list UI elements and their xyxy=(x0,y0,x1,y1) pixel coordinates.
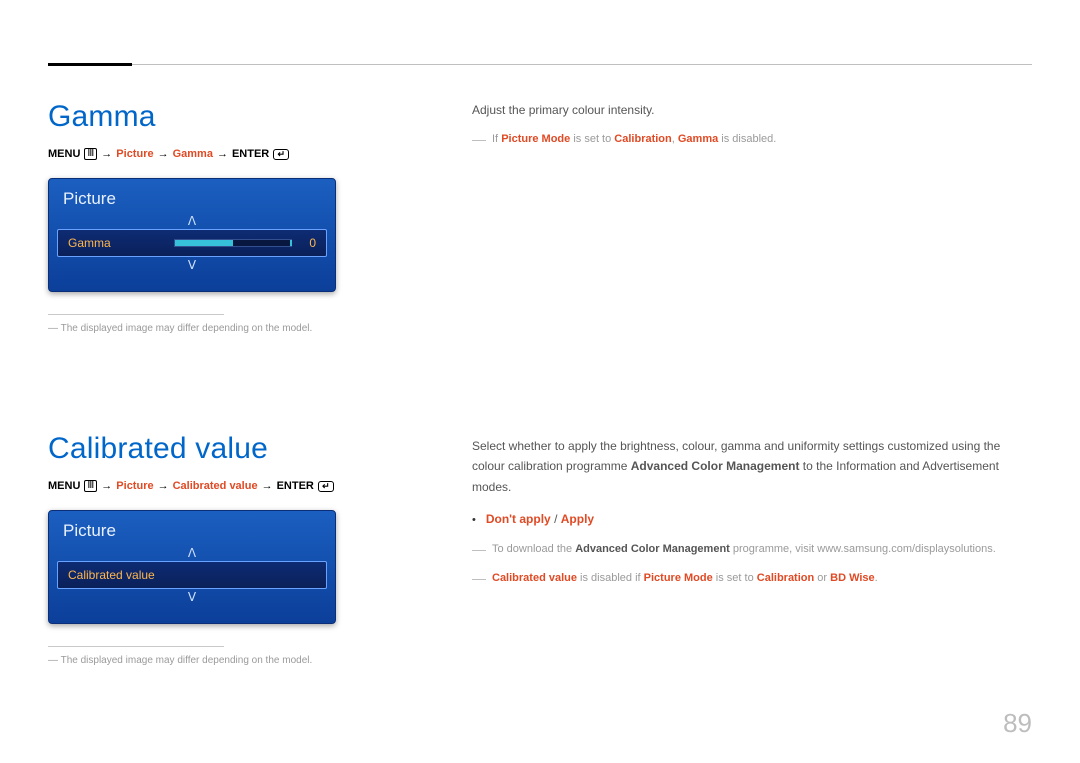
enter-label: ENTER xyxy=(277,480,314,492)
model-note-text: The displayed image may differ depending… xyxy=(61,655,313,666)
section-calibrated: Calibrated value MENU Ⅲ → Picture → Cali… xyxy=(48,432,1032,666)
menu-path-picture: Picture xyxy=(116,148,153,160)
calibrated-description: Select whether to apply the brightness, … xyxy=(472,436,1032,497)
top-rule-accent xyxy=(48,63,132,66)
dash-icon: ― xyxy=(472,542,486,559)
top-rule xyxy=(48,64,1032,65)
model-note-text: The displayed image may differ depending… xyxy=(61,323,313,334)
page-number: 89 xyxy=(1003,708,1032,739)
t: / xyxy=(554,512,557,526)
t: is set to xyxy=(716,572,754,584)
left-column: Gamma MENU Ⅲ → Picture → Gamma → ENTER ↵… xyxy=(48,100,438,334)
gamma-footnote-text: If Picture Mode is set to Calibration, G… xyxy=(492,130,776,149)
chevron-up-icon[interactable]: ᐱ xyxy=(49,213,335,229)
note-divider xyxy=(48,646,224,647)
right-column-gamma: Adjust the primary colour intensity. ― I… xyxy=(472,100,1032,334)
t: Calibration xyxy=(757,572,814,584)
gamma-description: Adjust the primary colour intensity. xyxy=(472,100,1032,120)
t: is disabled if xyxy=(580,572,641,584)
arrow-icon: → xyxy=(217,148,228,160)
arrow-icon: → xyxy=(158,148,169,160)
dash-icon: ― xyxy=(472,132,486,149)
osd-padding xyxy=(49,609,335,623)
option-dont-apply: Don't apply xyxy=(486,512,551,526)
menu-path-calibrated-item: Calibrated value xyxy=(173,480,258,492)
menu-path-gamma: MENU Ⅲ → Picture → Gamma → ENTER ↵ xyxy=(48,148,438,160)
section-title-gamma: Gamma xyxy=(48,100,438,134)
calibrated-options: • Don't apply / Apply xyxy=(472,509,1032,530)
menu-icon: Ⅲ xyxy=(84,480,97,492)
t: . xyxy=(875,572,878,584)
osd-row-label: Gamma xyxy=(68,236,164,250)
t: If xyxy=(492,133,498,145)
manual-page: Gamma MENU Ⅲ → Picture → Gamma → ENTER ↵… xyxy=(0,0,1080,763)
arrow-icon: → xyxy=(262,480,273,492)
gamma-value: 0 xyxy=(302,236,316,250)
enter-icon: ↵ xyxy=(273,149,289,160)
calibrated-footnote-download: ― To download the Advanced Color Managem… xyxy=(472,540,1032,559)
menu-label: MENU xyxy=(48,148,80,160)
t: Calibration xyxy=(614,133,671,145)
osd-panel-gamma: Picture ᐱ Gamma 0 ᐯ xyxy=(48,178,336,292)
section-gamma: Gamma MENU Ⅲ → Picture → Gamma → ENTER ↵… xyxy=(48,100,1032,334)
enter-icon: ↵ xyxy=(318,481,334,492)
calibrated-footnote-disabled-text: Calibrated value is disabled if Picture … xyxy=(492,569,878,588)
menu-icon: Ⅲ xyxy=(84,148,97,160)
t: Picture Mode xyxy=(501,133,570,145)
right-column-calibrated: Select whether to apply the brightness, … xyxy=(472,432,1032,666)
model-note: ― The displayed image may differ dependi… xyxy=(48,323,438,334)
model-note: ― The displayed image may differ dependi… xyxy=(48,655,438,666)
t: or xyxy=(817,572,827,584)
osd-row-calibrated[interactable]: Calibrated value xyxy=(57,561,327,589)
osd-panel-calibrated: Picture ᐱ Calibrated value ᐯ xyxy=(48,510,336,624)
gamma-slider[interactable] xyxy=(174,239,292,247)
section-title-calibrated: Calibrated value xyxy=(48,432,438,466)
menu-path-calibrated: MENU Ⅲ → Picture → Calibrated value → EN… xyxy=(48,480,438,492)
chevron-down-icon[interactable]: ᐯ xyxy=(49,589,335,609)
osd-title: Picture xyxy=(49,511,335,545)
enter-label: ENTER xyxy=(232,148,269,160)
dash-icon: ― xyxy=(472,571,486,588)
t: Calibrated value xyxy=(492,572,577,584)
menu-path-picture: Picture xyxy=(116,480,153,492)
bullet-icon: • xyxy=(472,511,476,530)
calibrated-options-values: Don't apply / Apply xyxy=(486,509,594,529)
menu-label: MENU xyxy=(48,480,80,492)
osd-title: Picture xyxy=(49,179,335,213)
chevron-down-icon[interactable]: ᐯ xyxy=(49,257,335,277)
gamma-slider-tick xyxy=(290,240,292,246)
calibrated-footnote-disabled: ― Calibrated value is disabled if Pictur… xyxy=(472,569,1032,588)
section-gap xyxy=(48,334,1032,392)
t: To download the xyxy=(492,543,572,555)
option-apply: Apply xyxy=(561,512,594,526)
menu-path-gamma-item: Gamma xyxy=(173,148,213,160)
t: Gamma xyxy=(678,133,718,145)
t: , xyxy=(672,133,675,145)
osd-padding xyxy=(49,277,335,291)
t: is disabled. xyxy=(721,133,776,145)
gamma-slider-fill xyxy=(175,240,233,246)
arrow-icon: → xyxy=(158,480,169,492)
chevron-up-icon[interactable]: ᐱ xyxy=(49,545,335,561)
calibrated-footnote-download-text: To download the Advanced Color Managemen… xyxy=(492,540,996,559)
t: programme, visit www.samsung.com/display… xyxy=(733,543,996,555)
t: BD Wise xyxy=(830,572,875,584)
t: Picture Mode xyxy=(644,572,713,584)
arrow-icon: → xyxy=(101,480,112,492)
arrow-icon: → xyxy=(101,148,112,160)
note-divider xyxy=(48,314,224,315)
t: Advanced Color Management xyxy=(631,459,800,473)
osd-row-gamma[interactable]: Gamma 0 xyxy=(57,229,327,257)
t: Advanced Color Management xyxy=(575,543,730,555)
t: is set to xyxy=(573,133,611,145)
left-column: Calibrated value MENU Ⅲ → Picture → Cali… xyxy=(48,432,438,666)
gamma-footnote: ― If Picture Mode is set to Calibration,… xyxy=(472,130,1032,149)
